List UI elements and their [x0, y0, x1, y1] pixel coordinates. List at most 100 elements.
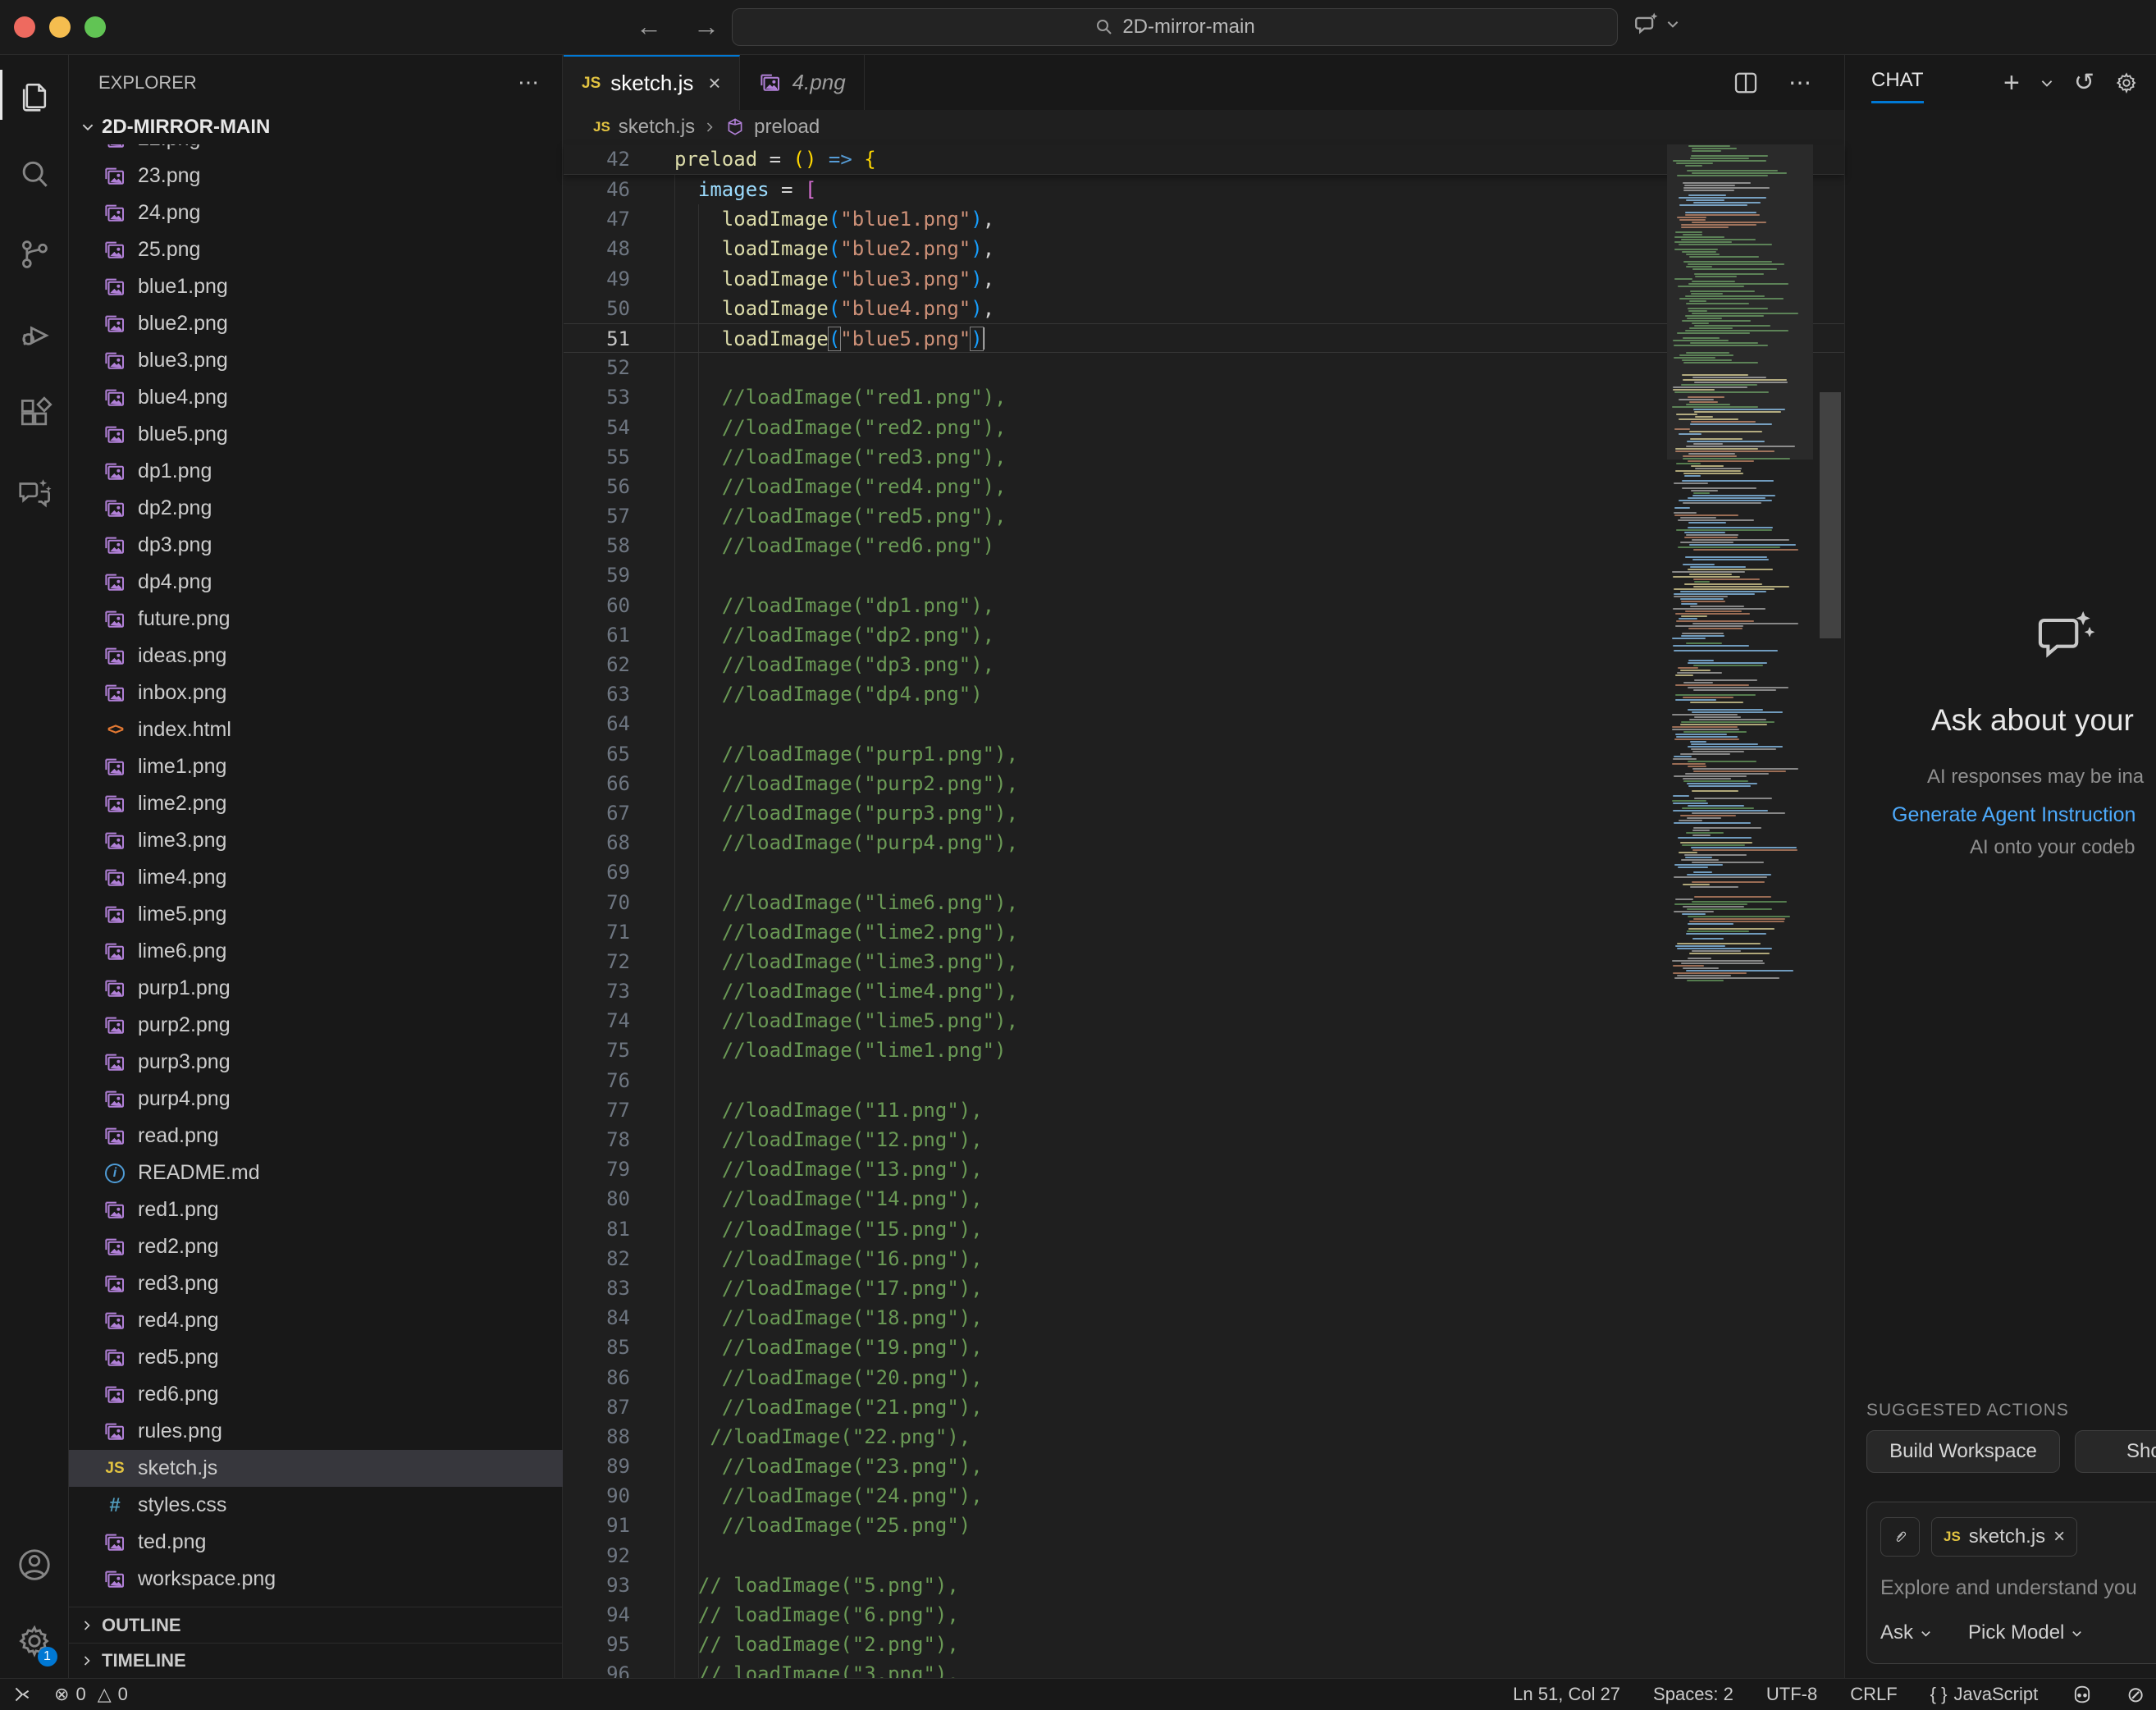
- code-line-68[interactable]: 68 //loadImage("purp4.png"),: [564, 828, 1844, 857]
- remote-indicator-icon[interactable]: [11, 1684, 33, 1705]
- code-line-77[interactable]: 77 //loadImage("11.png"),: [564, 1095, 1844, 1125]
- file-item-red3.png[interactable]: red3.png: [69, 1265, 563, 1302]
- code-line-58[interactable]: 58 //loadImage("red6.png"): [564, 531, 1844, 560]
- file-item-ideas.png[interactable]: ideas.png: [69, 638, 563, 674]
- command-center-search[interactable]: 2D-mirror-main: [732, 8, 1618, 46]
- file-item-red6.png[interactable]: red6.png: [69, 1376, 563, 1413]
- code-line-52[interactable]: 52: [564, 353, 1844, 382]
- file-item-24.png[interactable]: 24.png: [69, 194, 563, 231]
- chat-placeholder[interactable]: Explore and understand you: [1880, 1576, 2156, 1600]
- code-line-47[interactable]: 47 loadImage("blue1.png"),: [564, 204, 1844, 234]
- code-line-56[interactable]: 56 //loadImage("red4.png"),: [564, 472, 1844, 501]
- file-item-workspace.png[interactable]: workspace.png: [69, 1561, 563, 1598]
- file-item-lime2.png[interactable]: lime2.png: [69, 785, 563, 822]
- navigate-back-icon[interactable]: ←: [636, 10, 662, 43]
- code-line-53[interactable]: 53 //loadImage("red1.png"),: [564, 382, 1844, 412]
- file-item-README.md[interactable]: iREADME.md: [69, 1154, 563, 1191]
- file-item-blue3.png[interactable]: blue3.png: [69, 342, 563, 379]
- activity-source-control[interactable]: [0, 214, 69, 294]
- file-item-ted.png[interactable]: ted.png: [69, 1524, 563, 1561]
- do-not-disturb-icon[interactable]: ⊘: [2126, 1682, 2145, 1708]
- file-item-rules.png[interactable]: rules.png: [69, 1413, 563, 1450]
- minimap-slider[interactable]: [1667, 144, 1813, 460]
- code-line-91[interactable]: 91 //loadImage("25.png"): [564, 1511, 1844, 1540]
- code-line-94[interactable]: 94 // loadImage("6.png"),: [564, 1600, 1844, 1630]
- show-code-button[interactable]: Show C: [2075, 1430, 2156, 1473]
- generate-instructions-link[interactable]: Generate Agent Instruction: [1892, 803, 2135, 827]
- chat-input-box[interactable]: JS sketch.js × Explore and understand yo…: [1866, 1502, 2156, 1664]
- chat-mode-dropdown[interactable]: Ask: [1880, 1621, 1932, 1644]
- code-line-92[interactable]: 92: [564, 1541, 1844, 1571]
- chat-history-icon[interactable]: ↺: [2074, 68, 2094, 97]
- code-line-85[interactable]: 85 //loadImage("19.png"),: [564, 1333, 1844, 1362]
- activity-accounts[interactable]: [0, 1525, 69, 1604]
- file-item-blue5.png[interactable]: blue5.png: [69, 416, 563, 453]
- file-item-dp1.png[interactable]: dp1.png: [69, 453, 563, 490]
- code-line-67[interactable]: 67 //loadImage("purp3.png"),: [564, 798, 1844, 828]
- code-line-82[interactable]: 82 //loadImage("16.png"),: [564, 1244, 1844, 1273]
- file-item-purp3.png[interactable]: purp3.png: [69, 1044, 563, 1081]
- file-item-lime6.png[interactable]: lime6.png: [69, 933, 563, 970]
- file-item-sketch.js[interactable]: JSsketch.js: [69, 1450, 563, 1487]
- code-line-78[interactable]: 78 //loadImage("12.png"),: [564, 1125, 1844, 1154]
- code-line-51[interactable]: 51 loadImage("blue5.png"): [564, 323, 1844, 353]
- language-mode[interactable]: { }JavaScript: [1930, 1684, 2039, 1705]
- code-line-59[interactable]: 59: [564, 560, 1844, 590]
- build-workspace-button[interactable]: Build Workspace: [1866, 1430, 2060, 1473]
- breadcrumb-symbol[interactable]: preload: [754, 116, 820, 139]
- file-item-red5.png[interactable]: red5.png: [69, 1339, 563, 1376]
- chat-tab[interactable]: CHAT: [1871, 69, 1924, 97]
- code-line-50[interactable]: 50 loadImage("blue4.png"),: [564, 294, 1844, 323]
- code-line-48[interactable]: 48 loadImage("blue2.png"),: [564, 234, 1844, 263]
- activity-explorer[interactable]: [0, 55, 69, 135]
- code-line-95[interactable]: 95 // loadImage("2.png"),: [564, 1630, 1844, 1659]
- breadcrumb-file[interactable]: sketch.js: [619, 116, 695, 139]
- encoding[interactable]: UTF-8: [1766, 1684, 1817, 1705]
- chevron-down-icon[interactable]: [2040, 75, 2054, 90]
- file-item-purp1.png[interactable]: purp1.png: [69, 970, 563, 1007]
- file-item-blue1.png[interactable]: blue1.png: [69, 268, 563, 305]
- navigate-forward-icon[interactable]: →: [693, 10, 719, 43]
- file-item-red1.png[interactable]: red1.png: [69, 1191, 563, 1228]
- file-item-future.png[interactable]: future.png: [69, 601, 563, 638]
- gear-icon[interactable]: [2114, 71, 2139, 95]
- copilot-icon[interactable]: [2071, 1683, 2094, 1706]
- code-line-65[interactable]: 65 //loadImage("purp1.png"),: [564, 739, 1844, 769]
- code-line-83[interactable]: 83 //loadImage("17.png"),: [564, 1273, 1844, 1303]
- attach-context-button[interactable]: [1880, 1517, 1920, 1557]
- file-item-index.html[interactable]: <>index.html: [69, 711, 563, 748]
- file-item-dp3.png[interactable]: dp3.png: [69, 527, 563, 564]
- file-item-red4.png[interactable]: red4.png: [69, 1302, 563, 1339]
- code-line-57[interactable]: 57 //loadImage("red5.png"),: [564, 501, 1844, 531]
- folder-root[interactable]: 2D-MIRROR-MAIN: [69, 110, 562, 144]
- code-line-87[interactable]: 87 //loadImage("21.png"),: [564, 1392, 1844, 1422]
- editor-more-actions-icon[interactable]: ⋯: [1788, 69, 1811, 96]
- copilot-menu-button[interactable]: [1633, 10, 1680, 38]
- code-line-72[interactable]: 72 //loadImage("lime3.png"),: [564, 947, 1844, 976]
- close-tab-icon[interactable]: ×: [708, 71, 720, 96]
- code-line-46[interactable]: 46 images = [: [564, 175, 1844, 204]
- code-line-74[interactable]: 74 //loadImage("lime5.png"),: [564, 1006, 1844, 1036]
- activity-search[interactable]: [0, 135, 69, 214]
- file-item-read.png[interactable]: read.png: [69, 1118, 563, 1154]
- code-line-70[interactable]: 70 //loadImage("lime6.png"),: [564, 888, 1844, 917]
- code-line-93[interactable]: 93 // loadImage("5.png"),: [564, 1571, 1844, 1600]
- minimize-window-button[interactable]: [49, 16, 71, 38]
- timeline-section[interactable]: TIMELINE: [69, 1643, 563, 1678]
- sticky-scroll-line[interactable]: 42preload = () => {: [564, 144, 1844, 175]
- file-item-lime5.png[interactable]: lime5.png: [69, 896, 563, 933]
- file-item-inbox.png[interactable]: inbox.png: [69, 674, 563, 711]
- code-line-62[interactable]: 62 //loadImage("dp3.png"),: [564, 650, 1844, 679]
- code-line-63[interactable]: 63 //loadImage("dp4.png"): [564, 679, 1844, 709]
- file-item-lime3.png[interactable]: lime3.png: [69, 822, 563, 859]
- zoom-window-button[interactable]: [85, 16, 106, 38]
- code-line-61[interactable]: 61 //loadImage("dp2.png"),: [564, 620, 1844, 650]
- cursor-position[interactable]: Ln 51, Col 27: [1513, 1684, 1620, 1705]
- code-line-75[interactable]: 75 //loadImage("lime1.png"): [564, 1036, 1844, 1065]
- split-editor-icon[interactable]: [1731, 68, 1761, 98]
- activity-chat[interactable]: [0, 453, 69, 533]
- editor-scrollbar[interactable]: [1820, 392, 1841, 638]
- code-line-79[interactable]: 79 //loadImage("13.png"),: [564, 1154, 1844, 1184]
- code-line-90[interactable]: 90 //loadImage("24.png"),: [564, 1481, 1844, 1511]
- outline-section[interactable]: OUTLINE: [69, 1607, 563, 1643]
